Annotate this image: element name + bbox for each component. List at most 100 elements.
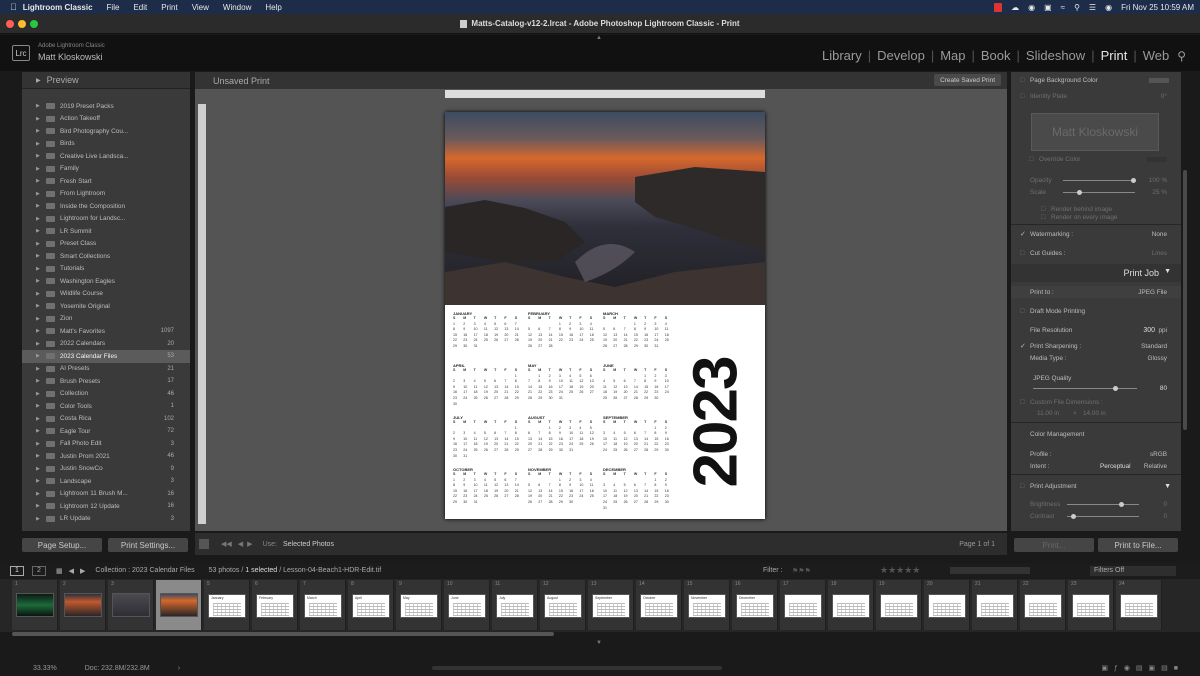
disclosure-triangle-icon[interactable]: ▶ bbox=[36, 391, 46, 397]
override-color-checkbox[interactable]: □ bbox=[1029, 156, 1033, 163]
filmstrip-cell[interactable]: 7 March bbox=[300, 580, 346, 630]
page-bg-checkbox[interactable]: □ bbox=[1020, 77, 1024, 84]
preview-panel-header[interactable]: ▶ Preview bbox=[22, 72, 190, 89]
disclosure-triangle-icon[interactable]: ▶ bbox=[36, 428, 46, 434]
menu-view[interactable]: View bbox=[192, 3, 209, 12]
filmstrip-cell[interactable]: 13 September bbox=[588, 580, 634, 630]
jpeg-quality-knob[interactable] bbox=[1113, 386, 1119, 391]
print-button[interactable]: Print... bbox=[1014, 538, 1094, 552]
collection-item[interactable]: ▶ Fresh Start bbox=[22, 175, 190, 188]
collection-item[interactable]: ▶ From Lightroom bbox=[22, 188, 190, 201]
filmstrip-cell[interactable]: 5 January bbox=[204, 580, 250, 630]
override-color-row[interactable]: □ Override Color bbox=[1011, 153, 1181, 165]
calendar-thumbnail[interactable]: January bbox=[208, 594, 246, 618]
collection-item[interactable]: ▶ Bird Photography Cou... bbox=[22, 125, 190, 138]
print-sharpening-checkbox[interactable]: ✓ bbox=[1020, 342, 1026, 350]
calendar-thumbnail[interactable]: October bbox=[640, 594, 678, 618]
calendar-thumbnail[interactable]: February bbox=[256, 594, 294, 618]
create-saved-print-button[interactable]: Create Saved Print bbox=[934, 74, 1001, 86]
module-develop[interactable]: Develop bbox=[877, 48, 925, 63]
jpeg-quality-slider[interactable] bbox=[1033, 386, 1137, 391]
disclosure-triangle-icon[interactable]: ▶ bbox=[36, 303, 46, 309]
disclosure-triangle-icon[interactable]: ▶ bbox=[36, 441, 46, 447]
right-scrollbar[interactable] bbox=[1183, 170, 1187, 430]
identity-plate-checkbox[interactable]: □ bbox=[1020, 93, 1024, 100]
disclosure-triangle-icon[interactable]: ▶ bbox=[36, 103, 46, 109]
collection-item[interactable]: ▶ Justin SnowCo 9 bbox=[22, 463, 190, 476]
collection-item[interactable]: ▶ Creative Live Landsca... bbox=[22, 150, 190, 163]
collection-item[interactable]: ▶ Justin Prom 2021 46 bbox=[22, 450, 190, 463]
filmstrip-cell[interactable]: 8 April bbox=[348, 580, 394, 630]
identity-plate-preview[interactable]: Matt Kloskowski bbox=[1031, 113, 1159, 151]
opacity-slider[interactable] bbox=[1063, 178, 1136, 183]
file-resolution-row[interactable]: File Resolution 300 ppi bbox=[1011, 324, 1181, 336]
custom-height[interactable]: 14.00 in bbox=[1083, 410, 1106, 417]
screen-icon[interactable]: ▣ bbox=[1044, 3, 1052, 12]
scale-slider[interactable] bbox=[1063, 190, 1135, 195]
collection-item[interactable]: ▶ Brush Presets 17 bbox=[22, 375, 190, 388]
collection-item[interactable]: ▶ LR Update 3 bbox=[22, 513, 190, 526]
zoom-window-button[interactable] bbox=[30, 20, 38, 28]
collection-item[interactable]: ▶ Washington Eagles bbox=[22, 275, 190, 288]
cut-guides-row[interactable]: □ Cut Guides : Lines bbox=[1011, 247, 1181, 259]
filmstrip-cell[interactable]: 24 bbox=[1116, 580, 1162, 630]
watermarking-row[interactable]: ✓ Watermarking : None bbox=[1011, 228, 1181, 240]
forward-icon[interactable]: ▶ bbox=[80, 567, 85, 575]
collection-item[interactable]: ▶ 2023 Calendar Files 53 bbox=[22, 350, 190, 363]
disclosure-triangle-icon[interactable]: ▶ bbox=[36, 253, 46, 259]
second-window-button[interactable]: 2 bbox=[32, 565, 46, 576]
collection-item[interactable]: ▶ LR Summit bbox=[22, 225, 190, 238]
use-select[interactable]: Selected Photos bbox=[283, 541, 334, 548]
disclosure-triangle-icon[interactable]: ▶ bbox=[36, 153, 46, 159]
brightness-slider[interactable] bbox=[1067, 502, 1139, 507]
collection-item[interactable]: ▶ Color Tools 1 bbox=[22, 400, 190, 413]
filmstrip-cell[interactable]: 18 bbox=[828, 580, 874, 630]
page-setup-button[interactable]: Page Setup... bbox=[22, 538, 102, 552]
filmstrip-cell[interactable]: 10 June bbox=[444, 580, 490, 630]
photo-thumbnail[interactable] bbox=[112, 593, 150, 617]
collection-item[interactable]: ▶ Family bbox=[22, 163, 190, 176]
disclosure-triangle-icon[interactable]: ▶ bbox=[36, 328, 46, 334]
contrast-value[interactable]: 0 bbox=[1163, 513, 1167, 520]
filmstrip-cell[interactable]: 19 bbox=[876, 580, 922, 630]
app-menu[interactable]: Lightroom Classic bbox=[23, 3, 93, 12]
calendar-thumbnail[interactable]: December bbox=[736, 594, 774, 618]
calendar-thumbnail[interactable]: April bbox=[352, 594, 390, 618]
disclosure-triangle-icon[interactable]: ▶ bbox=[36, 191, 46, 197]
collection-item[interactable]: ▶ Collection 46 bbox=[22, 388, 190, 401]
filmstrip-cell[interactable]: 11 July bbox=[492, 580, 538, 630]
print-settings-button[interactable]: Print Settings... bbox=[108, 538, 188, 552]
filmstrip-cell[interactable]: 14 October bbox=[636, 580, 682, 630]
intent-perceptual[interactable]: Perceptual bbox=[1100, 463, 1131, 470]
disclosure-triangle-icon[interactable]: ▶ bbox=[36, 466, 46, 472]
collection-item[interactable]: ▶ Action Takeoff bbox=[22, 113, 190, 126]
photo-thumbnail[interactable] bbox=[16, 593, 54, 617]
collection-item[interactable]: ▶ AI Presets 21 bbox=[22, 363, 190, 376]
collection-item[interactable]: ▶ Yosemite Original bbox=[22, 300, 190, 313]
creative-cloud-icon[interactable]: ☁ bbox=[1011, 3, 1019, 12]
collection-item[interactable]: ▶ Wildlife Course bbox=[22, 288, 190, 301]
brightness-value[interactable]: 0 bbox=[1163, 501, 1167, 508]
filmstrip-cell[interactable]: 9 May bbox=[396, 580, 442, 630]
disclosure-triangle-icon[interactable]: ▶ bbox=[36, 416, 46, 422]
profile-value[interactable]: sRGB bbox=[1150, 451, 1167, 458]
disclosure-triangle-icon[interactable]: ▶ bbox=[36, 378, 46, 384]
print-to-file-button[interactable]: Print to File... bbox=[1098, 538, 1178, 552]
back-icon[interactable]: ◀ bbox=[69, 567, 74, 575]
print-job-collapse-icon[interactable]: ▼ bbox=[1164, 268, 1171, 275]
filmstrip-cell[interactable]: 23 bbox=[1068, 580, 1114, 630]
menu-print[interactable]: Print bbox=[161, 3, 177, 12]
jpeg-quality-value[interactable]: 80 bbox=[1160, 385, 1167, 392]
scale-value[interactable]: 25 % bbox=[1152, 189, 1167, 196]
collection-item[interactable]: ▶ Lightroom 12 Update 16 bbox=[22, 500, 190, 513]
disclosure-triangle-icon[interactable]: ▶ bbox=[36, 278, 46, 284]
calendar-thumbnail[interactable]: September bbox=[592, 594, 630, 618]
disclosure-triangle-icon[interactable]: ▶ bbox=[36, 516, 46, 522]
filename[interactable]: / Lesson-04-Beach1-HDR-Edit.tif bbox=[279, 567, 381, 574]
disclosure-triangle-icon[interactable]: ▶ bbox=[36, 166, 46, 172]
close-window-button[interactable] bbox=[6, 20, 14, 28]
calendar-thumbnail[interactable] bbox=[1120, 594, 1158, 618]
disclosure-triangle-icon[interactable]: ▶ bbox=[36, 341, 46, 347]
render-every-checkbox[interactable]: □ bbox=[1041, 214, 1045, 221]
menu-window[interactable]: Window bbox=[223, 3, 251, 12]
